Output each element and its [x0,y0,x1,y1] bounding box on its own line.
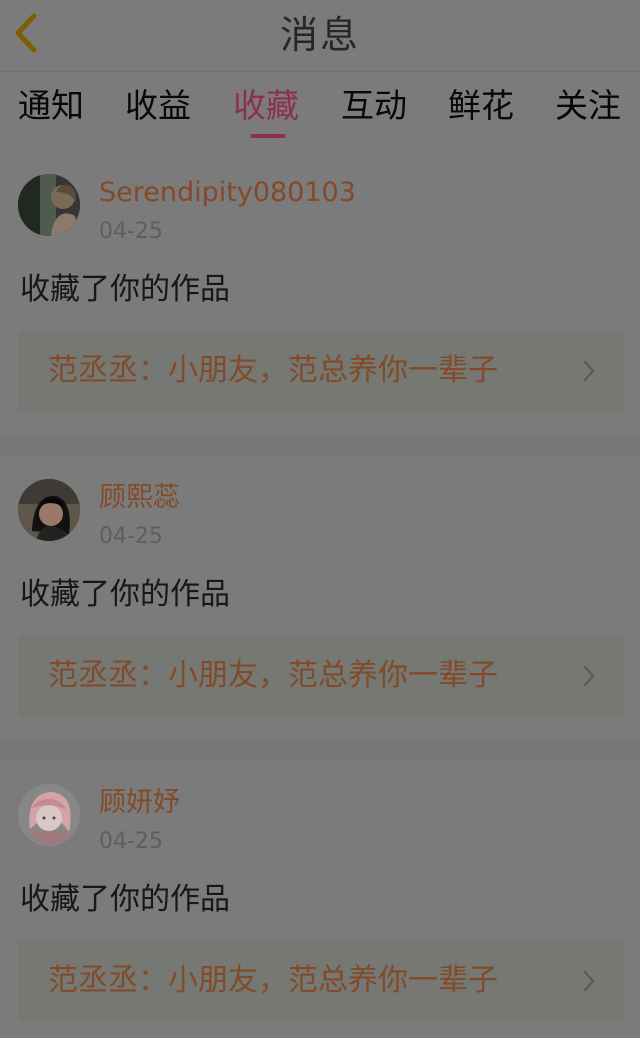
work-title: 范丞丞：小朋友，范总养你一辈子 [48,658,498,693]
work-card[interactable]: 范丞丞：小朋友，范总养你一辈子 [18,330,624,412]
user-avatar-photo [18,479,80,541]
tab-favorites[interactable]: 收藏 [233,86,299,126]
message-date: 04-25 [99,524,163,549]
active-tab-indicator [250,134,286,138]
user-name[interactable]: Serendipity080103 [99,176,356,210]
user-name[interactable]: 顾妍妤 [99,786,180,820]
user-avatar-photo [18,174,80,236]
avatar[interactable] [18,174,80,236]
messages-screen: 消息 通知 收益 收藏 互动 鲜花 关注 Serendipity080103 0… [0,0,640,1038]
work-title: 范丞丞：小朋友，范总养你一辈子 [48,353,498,388]
favorite-action-text: 收藏了你的作品 [20,577,230,612]
header: 消息 [0,0,640,72]
tab-notifications[interactable]: 通知 [18,86,84,126]
message-date: 04-25 [99,829,163,854]
favorite-action-text: 收藏了你的作品 [20,882,230,917]
message-date: 04-25 [99,219,163,244]
tab-follows[interactable]: 关注 [555,86,621,126]
chevron-right-icon [583,360,595,382]
work-card[interactable]: 范丞丞：小朋友，范总养你一辈子 [18,635,624,717]
message-item[interactable]: Serendipity080103 04-25 收藏了你的作品 范丞丞：小朋友，… [0,150,640,435]
avatar[interactable] [18,784,80,846]
chevron-right-icon [583,665,595,687]
chevron-right-icon [583,970,595,992]
tab-earnings[interactable]: 收益 [125,86,191,126]
work-title: 范丞丞：小朋友，范总养你一辈子 [48,963,498,998]
message-item[interactable]: 顾妍妤 04-25 收藏了你的作品 范丞丞：小朋友，范总养你一辈子 [0,760,640,1038]
user-avatar-illustration [18,784,80,846]
section-divider [0,740,640,760]
work-card[interactable]: 范丞丞：小朋友，范总养你一辈子 [18,940,624,1022]
page-title: 消息 [279,13,360,57]
avatar[interactable] [18,479,80,541]
tab-flowers[interactable]: 鲜花 [448,86,514,126]
tab-interactions[interactable]: 互动 [341,86,407,126]
section-divider [0,435,640,455]
user-name[interactable]: 顾熙蕊 [99,481,180,515]
message-tabs: 通知 收益 收藏 互动 鲜花 关注 [0,72,640,150]
favorite-action-text: 收藏了你的作品 [20,272,230,307]
message-item[interactable]: 顾熙蕊 04-25 收藏了你的作品 范丞丞：小朋友，范总养你一辈子 [0,455,640,740]
